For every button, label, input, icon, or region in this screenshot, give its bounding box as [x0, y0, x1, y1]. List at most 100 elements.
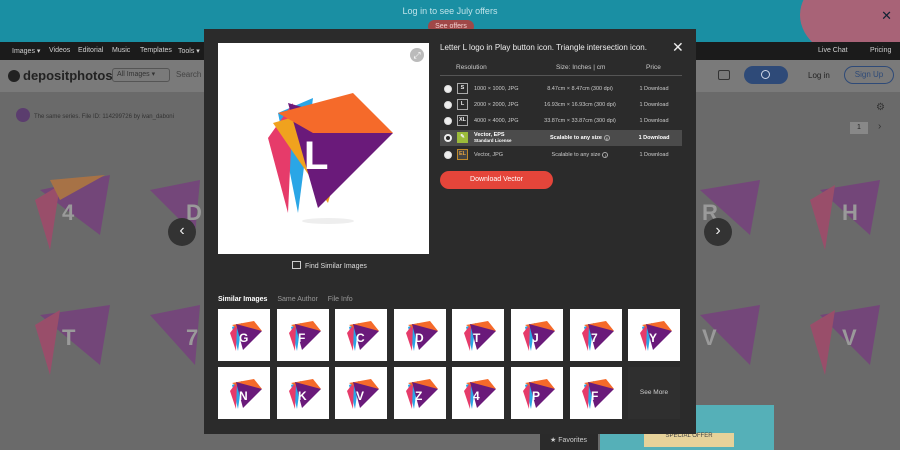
bg-tile-letter: T — [62, 325, 76, 350]
thumbnail-letter: D — [415, 331, 424, 345]
bg-tile-shape — [35, 185, 60, 250]
modal-title: Letter L logo in Play button icon. Trian… — [440, 43, 647, 52]
similar-thumbnail[interactable]: F — [569, 367, 622, 419]
similar-thumbnail[interactable]: N — [218, 367, 270, 419]
bg-tile-shape — [35, 310, 60, 375]
tab-same-author[interactable]: Same Author — [277, 296, 317, 303]
modal-tabs: Similar Images Same Author File Info — [218, 296, 361, 303]
info-icon[interactable]: i — [602, 152, 609, 158]
next-arrow-icon[interactable]: › — [704, 218, 732, 246]
thumbnail-logo: J — [523, 321, 555, 351]
thumbnail-letter: G — [239, 331, 248, 345]
tab-file-info[interactable]: File Info — [328, 296, 353, 303]
radio[interactable] — [444, 101, 452, 109]
radio[interactable] — [444, 151, 452, 159]
image-icon — [292, 261, 301, 269]
price-header: Price — [646, 64, 661, 71]
resolution-text: Vector, EPS Standard License — [474, 132, 512, 143]
thumbnail-letter: P — [532, 389, 540, 403]
size-text: 8.47cm × 8.47cm (300 dpi) — [547, 86, 613, 92]
similar-thumbnail[interactable]: V — [335, 367, 388, 419]
similar-thumbnail[interactable]: T — [452, 309, 505, 361]
size-text: 16.93cm × 16.93cm (300 dpi) — [544, 102, 616, 108]
similar-thumbnail[interactable]: F — [276, 309, 329, 361]
thumbnail-logo: C — [347, 321, 380, 351]
similar-thumbnail[interactable]: 4 — [452, 367, 505, 419]
find-similar-link[interactable]: Find Similar Images — [292, 261, 367, 270]
thumbnail-letter: F — [298, 331, 305, 345]
close-icon[interactable]: ✕ — [672, 39, 684, 56]
thumbnail-letter: 4 — [473, 389, 480, 403]
thumbnail-letter: Y — [649, 331, 657, 345]
similar-thumbnail[interactable]: Z — [393, 367, 446, 419]
thumbnail-logo: V — [347, 379, 380, 409]
similar-thumbnail[interactable]: C — [335, 309, 388, 361]
ad-text: SPECIAL OFFER — [644, 433, 734, 447]
price-text: 1 Download — [639, 152, 669, 158]
similar-thumbnail[interactable]: G — [218, 309, 270, 361]
license-row-xl[interactable]: XL 4000 × 4000, JPG 33.87cm × 33.87cm (3… — [440, 113, 682, 129]
shadow-shape — [302, 218, 354, 224]
license-row-l[interactable]: L 2000 × 2000, JPG 16.93cm × 16.93cm (30… — [440, 97, 682, 113]
thumbnail-logo: F — [581, 379, 614, 409]
thumbnail-letter: T — [473, 331, 481, 345]
thumbnail-letter: N — [239, 389, 248, 403]
similar-thumbnail[interactable]: P — [511, 367, 563, 419]
price-text: 1 Download — [639, 86, 669, 92]
thumbnail-logo: F — [288, 321, 321, 351]
radio[interactable] — [444, 85, 452, 93]
thumbnail-letter: J — [532, 331, 539, 345]
see-more-button[interactable]: See More — [628, 367, 680, 419]
resolution-text: Vector, JPG — [474, 152, 504, 158]
info-icon[interactable]: i — [603, 135, 610, 141]
price-text: 1 Download — [639, 118, 669, 124]
divider — [440, 75, 682, 76]
preview-letter: L — [304, 134, 328, 178]
image-modal: L ⤢ Find Similar Images Letter L logo in… — [204, 29, 696, 434]
logo-illustration: L — [268, 93, 393, 224]
size-badge: S — [457, 83, 468, 94]
image-preview[interactable]: L ⤢ — [218, 43, 429, 254]
thumbnail-letter: F — [591, 389, 598, 403]
thumbnail-logo: P — [523, 379, 555, 409]
tab-similar-images[interactable]: Similar Images — [218, 296, 267, 303]
similar-thumbnail[interactable]: 7 — [569, 309, 622, 361]
size-text: 33.87cm × 33.87cm (300 dpi) — [544, 118, 616, 124]
similar-thumbnail[interactable]: J — [511, 309, 563, 361]
size-badge: EL — [457, 149, 468, 160]
download-vector-button[interactable]: Download Vector — [440, 171, 553, 189]
bg-tile-letter: 4 — [62, 200, 75, 225]
resolution-header: Resolution — [456, 64, 487, 71]
size-text: Scalable to any size i — [540, 152, 620, 158]
expand-icon[interactable]: ⤢ — [410, 48, 424, 62]
similar-thumbnail[interactable]: Y — [628, 309, 681, 361]
thumbnail-letter: C — [356, 331, 365, 345]
bg-tile-letter: H — [842, 200, 858, 225]
license-row-vector-eps[interactable]: ✎ Vector, EPS Standard License Scalable t… — [440, 130, 682, 146]
resolution-text: 4000 × 4000, JPG — [474, 118, 519, 124]
license-row-s[interactable]: S 1000 × 1000, JPG 8.47cm × 8.47cm (300 … — [440, 81, 682, 97]
vector-icon: ✎ — [457, 132, 468, 143]
thumbnail-logo: 4 — [464, 379, 497, 409]
resolution-text: 2000 × 2000, JPG — [474, 102, 519, 108]
bg-tile-letter: V — [842, 325, 857, 350]
price-text: 1 Download — [638, 135, 670, 141]
size-header[interactable]: Size: Inches | cm — [556, 64, 605, 71]
page: Log in to see July offers See offers ✕ I… — [0, 0, 900, 450]
bg-tile-shape — [810, 310, 835, 375]
resolution-text: 1000 × 1000, JPG — [474, 86, 519, 92]
radio-selected[interactable] — [444, 134, 452, 142]
thumbnail-letter: Z — [415, 389, 422, 403]
price-text: 1 Download — [639, 102, 669, 108]
favorites-button[interactable]: ★ Favorites — [540, 432, 598, 450]
similar-thumbnail[interactable]: K — [276, 367, 329, 419]
thumbnail-logo: Z — [405, 379, 438, 409]
thumbnail-letter: V — [356, 389, 364, 403]
thumbnail-logo: D — [405, 321, 438, 351]
radio[interactable] — [444, 117, 452, 125]
thumbnail-logo: N — [230, 379, 262, 409]
size-text: Scalable to any size i — [540, 135, 620, 141]
license-row-el[interactable]: EL Vector, JPG Scalable to any size i 1 D… — [440, 147, 682, 163]
prev-arrow-icon[interactable]: ‹ — [168, 218, 196, 246]
similar-thumbnail[interactable]: D — [393, 309, 446, 361]
